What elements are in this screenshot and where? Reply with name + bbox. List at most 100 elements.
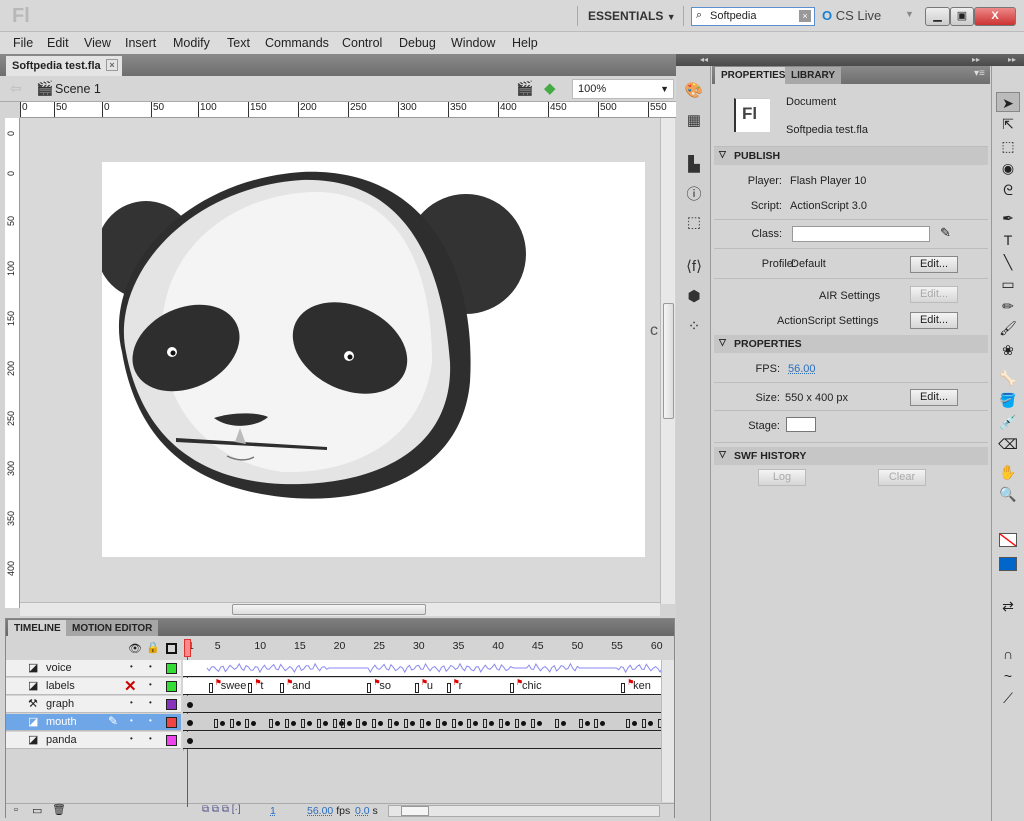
close-tab-icon[interactable]: × <box>106 59 118 71</box>
hidden-x-icon[interactable]: ✕ <box>124 677 137 695</box>
keyframe-marker[interactable] <box>356 719 361 728</box>
keyframe-marker[interactable] <box>300 719 305 728</box>
size-edit-button[interactable]: Edit... <box>910 389 958 406</box>
pencil-icon[interactable]: ✎ <box>940 225 951 241</box>
air-settings-edit-button[interactable]: Edit... <box>910 286 958 303</box>
smooth-tool[interactable]: ~ <box>996 666 1020 686</box>
vertical-scroll-thumb[interactable] <box>663 303 674 419</box>
menu-commands[interactable]: Commands <box>265 36 329 50</box>
eye-icon[interactable]: 👁 <box>128 642 142 655</box>
search-input[interactable]: ⌕ Softpedia × <box>691 7 815 26</box>
close-button[interactable]: X <box>974 7 1016 26</box>
line-tool[interactable]: ╲ <box>996 252 1020 272</box>
actionscript-settings-edit-button[interactable]: Edit... <box>910 312 958 329</box>
menu-text[interactable]: Text <box>227 36 250 50</box>
lasso-tool[interactable]: ᘓ <box>996 180 1020 200</box>
layer-color-swatch[interactable] <box>166 663 177 674</box>
zoom-select[interactable]: 100% ▼ <box>572 79 674 99</box>
keyframe-dot[interactable] <box>187 738 193 744</box>
keyframe-marker[interactable] <box>530 719 535 728</box>
keyframe-marker[interactable] <box>626 719 631 728</box>
lock-dot[interactable]: • <box>149 680 152 689</box>
frames-voice[interactable] <box>183 660 661 677</box>
cs-live-dropdown-icon[interactable]: ▼ <box>905 9 914 19</box>
keyframe-marker[interactable] <box>515 719 520 728</box>
keyframe-marker[interactable] <box>499 719 504 728</box>
new-folder-icon[interactable]: ▭ <box>32 804 42 817</box>
keyframe-marker[interactable] <box>367 683 372 693</box>
tab-library[interactable]: LIBRARY <box>785 67 842 84</box>
horizontal-scroll-thumb[interactable] <box>232 604 426 615</box>
class-input[interactable] <box>792 226 930 242</box>
straighten-tool[interactable]: ⟋ <box>996 688 1020 708</box>
layer-color-swatch[interactable] <box>166 681 177 692</box>
bone-tool[interactable]: 🦴 <box>996 368 1020 388</box>
menu-edit[interactable]: Edit <box>47 36 69 50</box>
swf-history-section-header[interactable]: SWF HISTORY <box>714 447 988 465</box>
minimize-button[interactable]: ▁ <box>925 7 950 26</box>
fill-color-tool[interactable] <box>996 556 1020 576</box>
outline-icon[interactable] <box>166 643 177 654</box>
keyframe-marker[interactable] <box>245 719 250 728</box>
swatches-icon[interactable]: ▦ <box>682 110 706 132</box>
lock-dot[interactable]: • <box>149 662 152 671</box>
visibility-dot[interactable]: • <box>130 698 133 707</box>
keyframe-marker[interactable] <box>578 719 583 728</box>
properties-section-header[interactable]: PROPERTIES <box>714 335 988 353</box>
keyframe-marker[interactable] <box>280 683 285 693</box>
keyframe-marker[interactable] <box>248 683 253 693</box>
layer-row-mouth[interactable]: ◪ mouth • ✎ • <box>6 714 181 731</box>
snap-tool[interactable]: ∩ <box>996 644 1020 664</box>
keyframe-marker[interactable] <box>414 683 419 693</box>
layer-row-graph[interactable]: ⚒ graph • • <box>6 696 181 713</box>
stage-color-swatch[interactable] <box>786 417 816 432</box>
layer-row-labels[interactable]: ◪ labels ✕ • <box>6 678 181 695</box>
new-layer-icon[interactable]: ▫ <box>14 804 18 816</box>
document-tab[interactable]: Softpedia test.fla × <box>6 56 122 76</box>
menu-view[interactable]: View <box>84 36 111 50</box>
edit-symbols-icon[interactable]: ◆ <box>544 79 556 97</box>
eraser-tool[interactable]: ⌫ <box>996 434 1020 454</box>
visibility-dot[interactable]: • <box>130 662 133 671</box>
scene-label[interactable]: Scene 1 <box>55 82 101 96</box>
timeline-scroll-thumb[interactable] <box>401 806 429 816</box>
keyframe-marker[interactable] <box>451 719 456 728</box>
onion-skin-icon[interactable]: ⧉ ⧉ ⧉ [·] <box>202 804 241 815</box>
keyframe-marker[interactable] <box>554 719 559 728</box>
keyframe-marker[interactable] <box>229 719 234 728</box>
frame-header[interactable]: 151015202530354045505560 <box>183 637 663 659</box>
menu-control[interactable]: Control <box>342 36 382 50</box>
zoom-tool[interactable]: 🔍 <box>996 484 1020 504</box>
clear-search-icon[interactable]: × <box>799 10 811 22</box>
keyframe-marker[interactable] <box>621 683 626 693</box>
keyframe-marker[interactable] <box>372 719 377 728</box>
free-transform-tool[interactable]: ⬚ <box>996 136 1020 156</box>
menu-window[interactable]: Window <box>451 36 495 50</box>
menu-debug[interactable]: Debug <box>399 36 436 50</box>
fill-color-swatch[interactable] <box>999 557 1017 571</box>
tab-properties[interactable]: PROPERTIES <box>715 67 792 84</box>
components-icon[interactable]: ⬢ <box>682 286 706 308</box>
deco-tool[interactable]: ❀ <box>996 340 1020 360</box>
menu-file[interactable]: File <box>13 36 33 50</box>
maximize-button[interactable]: ▣ <box>950 7 974 26</box>
menu-modify[interactable]: Modify <box>173 36 210 50</box>
keyframe-marker[interactable] <box>467 719 472 728</box>
clear-button[interactable]: Clear <box>878 469 926 486</box>
keyframe-marker[interactable] <box>641 719 646 728</box>
selection-tool[interactable]: ➤ <box>996 92 1020 112</box>
lock-dot[interactable]: • <box>149 698 152 707</box>
lock-icon[interactable]: 🔒 <box>146 641 160 654</box>
keyframe-marker[interactable] <box>419 719 424 728</box>
layer-row-voice[interactable]: ◪ voice • • <box>6 660 181 677</box>
visibility-dot[interactable]: • <box>130 716 133 725</box>
frames-mouth[interactable] <box>183 714 661 731</box>
stroke-color-swatch[interactable] <box>999 533 1017 547</box>
publish-section-header[interactable]: PUBLISH <box>714 147 988 165</box>
eyedropper-tool[interactable]: 💉 <box>996 412 1020 432</box>
horizontal-scrollbar[interactable] <box>20 602 660 616</box>
motion-presets-icon[interactable]: ⁘ <box>682 316 706 338</box>
timeline-vertical-scrollbar[interactable] <box>661 660 674 802</box>
keyframe-marker[interactable] <box>657 719 661 728</box>
tab-timeline[interactable]: TIMELINE <box>8 620 67 636</box>
